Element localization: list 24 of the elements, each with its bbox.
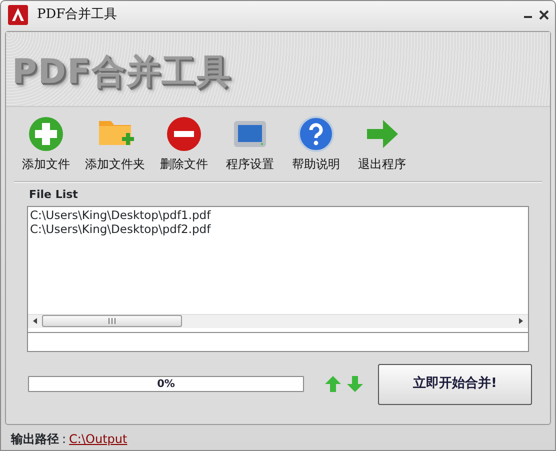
remove-icon (165, 115, 203, 153)
window-title: PDF合并工具 (37, 6, 118, 24)
output-path-label: 输出路径 (11, 431, 59, 448)
toolbar-button[interactable]: 删除文件 (154, 115, 214, 181)
app-logo-icon (7, 4, 29, 26)
start-merge-button[interactable]: 立即开始合并! (378, 364, 532, 404)
toolbar-button[interactable]: 添加文件 (16, 115, 76, 181)
toolbar-button[interactable]: 添加文件夹 (82, 115, 148, 181)
toolbar-button[interactable]: 帮助说明 (286, 115, 346, 181)
toolbar-button[interactable]: 退出程序 (352, 115, 412, 181)
help-icon (297, 115, 335, 153)
toolbar-button[interactable]: 程序设置 (220, 115, 280, 181)
banner-title: PDF合并工具 (12, 50, 232, 94)
file-list[interactable]: C:\Users\King\Desktop\pdf1.pdf C:\Users\King\Desktop\pdf2.pdf (27, 206, 529, 332)
file-item[interactable]: C:\Users\King\Desktop\pdf2.pdf (30, 222, 526, 236)
file-list-title: File List (28, 187, 79, 203)
output-path-link[interactable]: C:\Output (69, 430, 128, 448)
separator: : (62, 431, 66, 448)
add-icon (27, 115, 65, 153)
scroll-thumb[interactable] (42, 315, 182, 327)
close-icon[interactable] (539, 10, 549, 20)
file-item[interactable]: C:\Users\King\Desktop\pdf1.pdf (30, 208, 526, 222)
progress-reading: 0% (156, 377, 176, 391)
horizontal-scrollbar[interactable] (28, 314, 528, 328)
